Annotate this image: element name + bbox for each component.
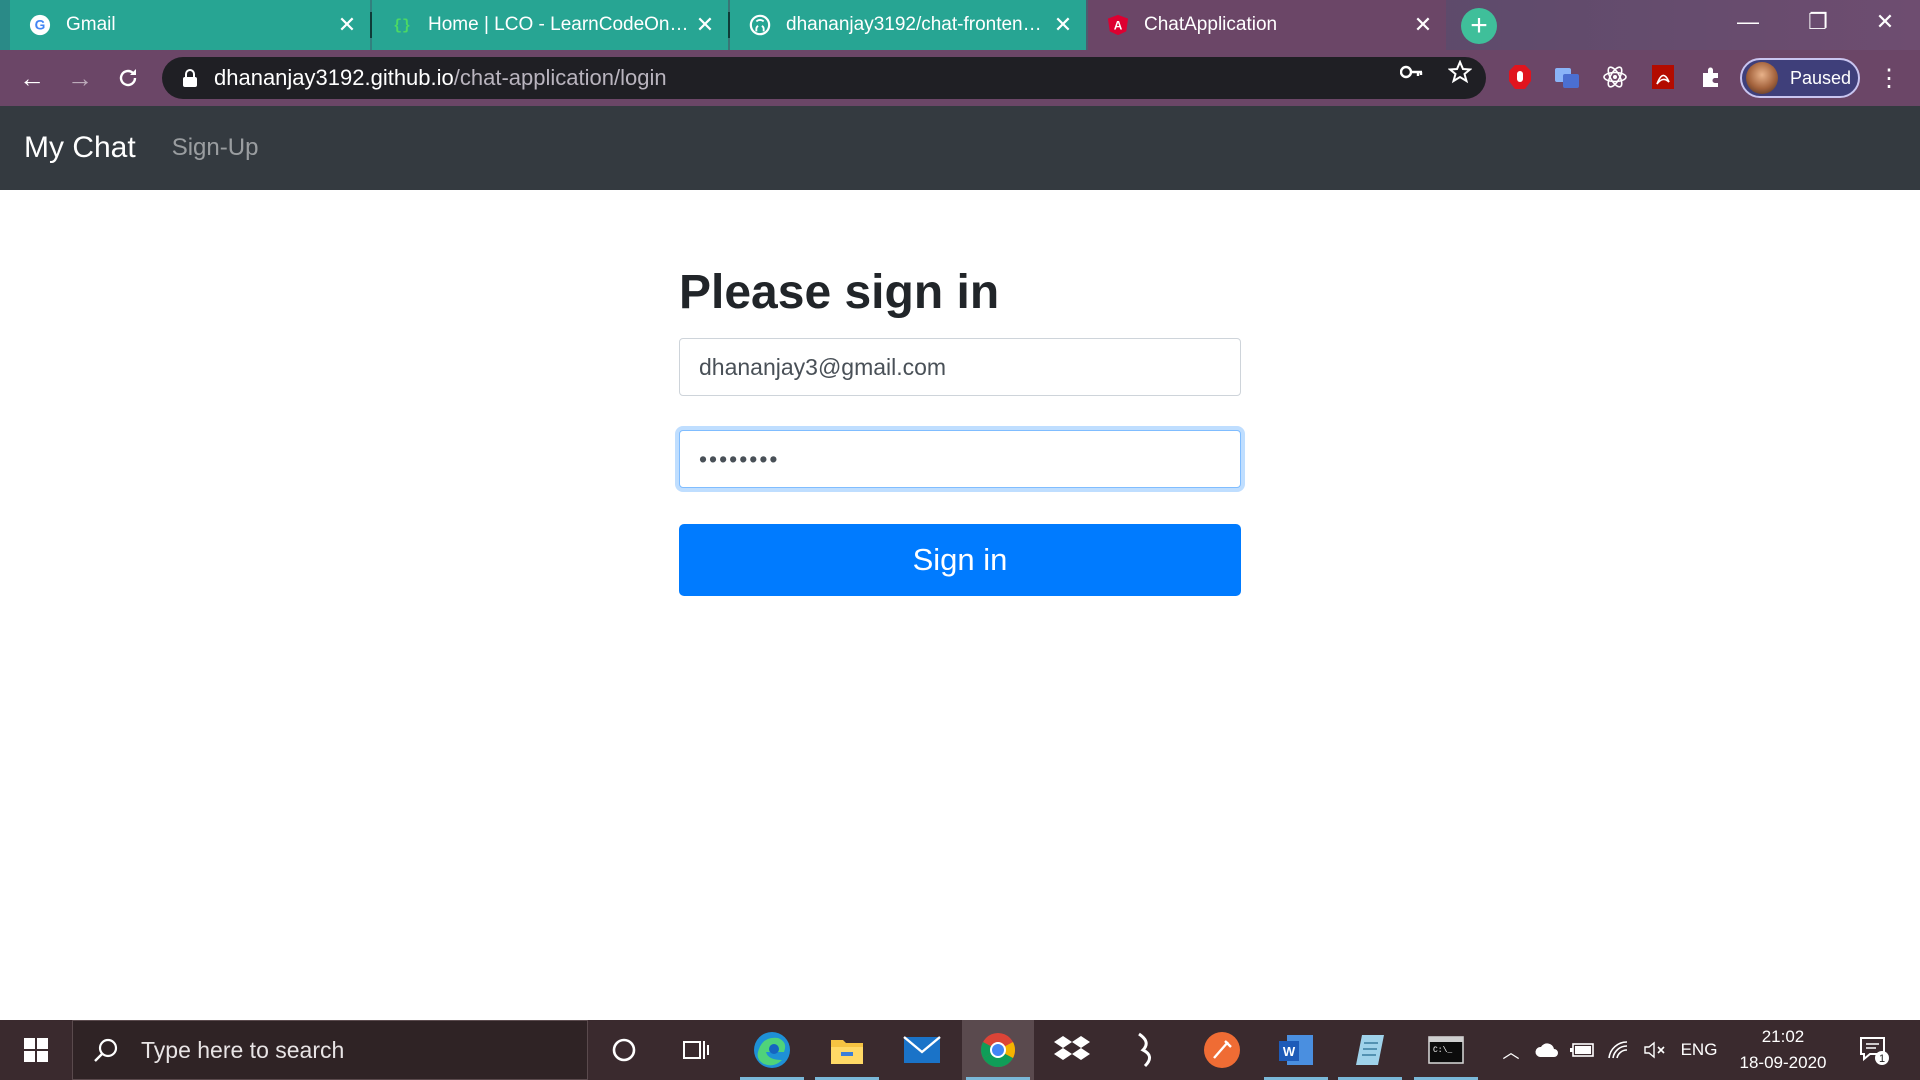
notepad-icon[interactable] <box>1334 1020 1406 1080</box>
search-icon <box>91 1035 121 1065</box>
tab-github[interactable]: dhananjay3192/chat-frontend: Th ✕ <box>730 0 1086 50</box>
brand-link[interactable]: My Chat <box>24 131 136 165</box>
react-devtools-icon[interactable] <box>1600 62 1630 92</box>
word-icon[interactable]: W <box>1260 1020 1332 1080</box>
translate-extension-icon[interactable] <box>1552 62 1582 92</box>
url-text: dhananjay3192.github.io/chat-application… <box>214 65 667 91</box>
key-icon[interactable] <box>1399 59 1425 85</box>
windows-start-icon[interactable] <box>0 1020 72 1080</box>
windows-taskbar: Type here to search W C:\_ ︿ ENG 21:02 1… <box>0 1020 1920 1080</box>
file-explorer-icon[interactable] <box>811 1020 883 1080</box>
password-field[interactable]: •••••••• <box>679 430 1241 488</box>
adblock-extension-icon[interactable] <box>1505 62 1535 92</box>
close-icon[interactable]: ✕ <box>332 10 362 40</box>
clock-time: 21:02 <box>1761 1027 1805 1046</box>
edge-icon[interactable] <box>736 1020 808 1080</box>
chrome-icon[interactable] <box>962 1020 1034 1080</box>
cortana-icon[interactable] <box>588 1020 660 1080</box>
page-title: Please sign in <box>679 266 1000 319</box>
onedrive-icon[interactable] <box>1530 1020 1564 1080</box>
chevron-up-icon[interactable]: ︿ <box>1496 1020 1526 1080</box>
lco-icon: {} <box>390 13 414 37</box>
signin-form: Please sign in dhananjay3@gmail.com ••••… <box>679 264 1241 596</box>
close-icon[interactable]: ✕ <box>1408 10 1438 40</box>
forward-icon[interactable]: → <box>62 60 98 96</box>
signin-button[interactable]: Sign in <box>679 524 1241 596</box>
tab-title: ChatApplication <box>1144 14 1278 35</box>
github-icon <box>748 13 772 37</box>
clock-date: 18-09-2020 <box>1739 1053 1827 1072</box>
svg-text:G: G <box>35 18 46 33</box>
app-navbar: My Chat Sign-Up <box>0 106 1920 190</box>
postman-icon[interactable] <box>1186 1020 1258 1080</box>
google-icon: G <box>28 13 52 37</box>
svg-text:W: W <box>1283 1044 1296 1059</box>
clock[interactable]: 21:02 18-09-2020 <box>1728 1024 1838 1076</box>
close-icon[interactable]: ✕ <box>690 10 720 40</box>
extensions-puzzle-icon[interactable] <box>1696 62 1726 92</box>
battery-icon[interactable] <box>1566 1020 1600 1080</box>
nav-signup-link[interactable]: Sign-Up <box>172 134 259 162</box>
dropbox-icon[interactable] <box>1036 1020 1108 1080</box>
reload-icon[interactable] <box>110 60 146 96</box>
tab-lco[interactable]: {} Home | LCO - LearnCodeOnline, ✕ <box>372 0 728 50</box>
pdf-extension-icon[interactable] <box>1648 62 1678 92</box>
tab-title: Gmail <box>66 14 116 35</box>
lock-icon[interactable] <box>180 68 200 88</box>
email-field[interactable]: dhananjay3@gmail.com <box>679 338 1241 396</box>
terminal-icon[interactable]: C:\_ <box>1410 1020 1482 1080</box>
svg-text:A: A <box>1114 19 1123 33</box>
restore-icon[interactable]: ❐ <box>1783 0 1853 44</box>
profile-status: Paused <box>1790 67 1852 88</box>
close-icon[interactable]: ✕ <box>1048 10 1078 40</box>
new-tab-button[interactable]: + <box>1461 8 1497 44</box>
window-close-icon[interactable]: ✕ <box>1850 0 1920 44</box>
volume-muted-icon[interactable] <box>1638 1020 1672 1080</box>
wifi-icon[interactable] <box>1602 1020 1636 1080</box>
browser-toolbar: ← → dhananjay3192.github.io/chat-applica… <box>0 50 1920 106</box>
svg-text:{}: {} <box>393 19 411 35</box>
back-icon[interactable]: ← <box>14 60 50 96</box>
taskbar-search-input[interactable]: Type here to search <box>72 1020 588 1080</box>
angular-icon: A <box>1106 13 1130 37</box>
profile-button[interactable]: Paused <box>1740 58 1860 98</box>
task-view-icon[interactable] <box>660 1020 732 1080</box>
app-icon[interactable] <box>1110 1020 1182 1080</box>
tab-gmail[interactable]: G Gmail ✕ <box>10 0 370 50</box>
minimize-icon[interactable]: — <box>1713 0 1783 44</box>
notification-count: 1 <box>1879 1053 1885 1065</box>
mail-icon[interactable] <box>886 1020 958 1080</box>
tab-chatapplication[interactable]: A ChatApplication ✕ <box>1088 0 1446 50</box>
tab-title: dhananjay3192/chat-frontend: Th <box>786 14 1048 35</box>
svg-text:C:\_: C:\_ <box>1433 1046 1452 1055</box>
bookmark-star-icon[interactable] <box>1447 59 1473 85</box>
url-host: dhananjay3192.github.io <box>214 65 454 90</box>
browser-tab-strip: G Gmail ✕ {} Home | LCO - LearnCodeOnlin… <box>0 0 1920 50</box>
more-menu-icon[interactable]: ⋮ <box>1874 62 1904 94</box>
language-indicator[interactable]: ENG <box>1676 1020 1722 1080</box>
avatar <box>1746 62 1778 94</box>
url-path: /chat-application/login <box>453 65 667 90</box>
notification-icon[interactable]: 1 <box>1856 1032 1892 1068</box>
search-placeholder: Type here to search <box>141 1036 345 1063</box>
address-bar[interactable]: dhananjay3192.github.io/chat-application… <box>162 57 1486 99</box>
tab-title: Home | LCO - LearnCodeOnline, <box>428 14 690 35</box>
